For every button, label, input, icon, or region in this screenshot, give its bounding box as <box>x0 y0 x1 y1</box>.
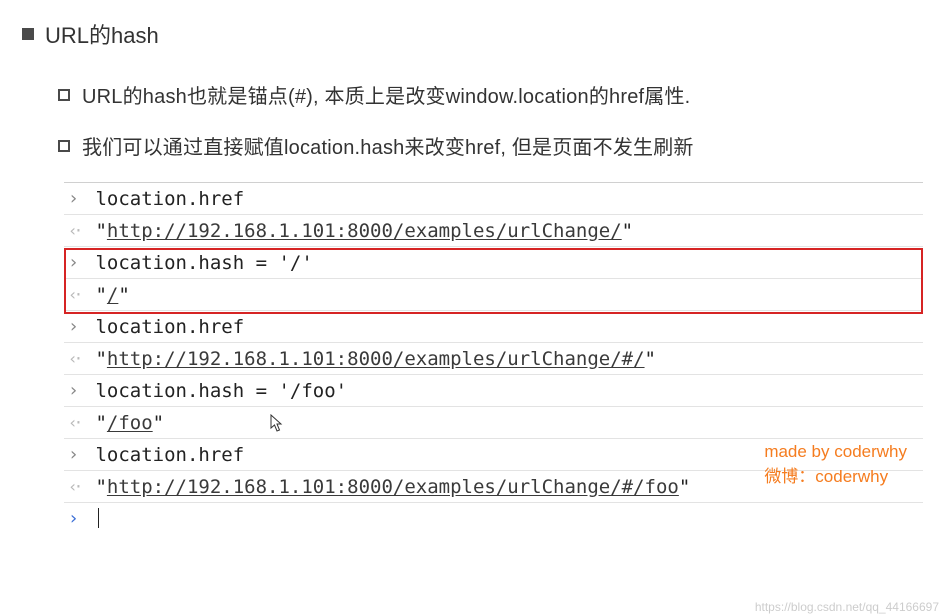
sub-list: URL的hash也就是锚点(#), 本质上是改变window.location的… <box>58 80 945 160</box>
console-url[interactable]: http://192.168.1.101:8000/examples/urlCh… <box>107 348 645 370</box>
watermark-text: https://blog.csdn.net/qq_44166697 <box>755 600 939 614</box>
console-code: "http://192.168.1.101:8000/examples/urlC… <box>84 220 633 242</box>
chevron-right-icon: › <box>68 254 84 272</box>
credit-text: made by coderwhy 微博：coderwhy <box>764 440 907 489</box>
console-url[interactable]: http://192.168.1.101:8000/examples/urlCh… <box>107 476 679 498</box>
chevron-left-icon: ‹· <box>68 415 84 431</box>
console-output-line: ‹· "/" <box>64 279 923 311</box>
console-input-line: › location.hash = '/' <box>64 247 923 279</box>
chevron-right-icon: › <box>68 318 84 336</box>
console-code: "/foo" <box>84 412 164 434</box>
console-input-line: › location.hash = '/foo' <box>64 375 923 407</box>
console-code: "/" <box>84 284 130 306</box>
heading-text: URL的hash <box>45 18 159 50</box>
chevron-right-icon: › <box>68 190 84 208</box>
credit-line: 微博：coderwhy <box>764 465 907 490</box>
list-item: 我们可以通过直接赋值location.hash来改变href, 但是页面不发生刷… <box>58 131 945 160</box>
chevron-left-icon: ‹· <box>68 287 84 303</box>
console-code: "http://192.168.1.101:8000/examples/urlC… <box>84 348 656 370</box>
chevron-right-icon: › <box>68 510 84 528</box>
list-item-text: URL的hash也就是锚点(#), 本质上是改变window.location的… <box>82 80 690 109</box>
console-input-line: › location.href <box>64 183 923 215</box>
hollow-square-icon <box>58 89 70 101</box>
chevron-right-icon: › <box>68 446 84 464</box>
console-output-line: ‹· "http://192.168.1.101:8000/examples/u… <box>64 343 923 375</box>
credit-line: made by coderwhy <box>764 440 907 465</box>
console-code: "http://192.168.1.101:8000/examples/urlC… <box>84 476 690 498</box>
list-item: URL的hash也就是锚点(#), 本质上是改变window.location的… <box>58 80 945 109</box>
console-input[interactable] <box>84 508 99 531</box>
chevron-right-icon: › <box>68 382 84 400</box>
square-bullet-icon <box>22 28 34 40</box>
heading-row: URL的hash <box>22 18 945 50</box>
console-prompt-line[interactable]: › <box>64 503 923 535</box>
chevron-left-icon: ‹· <box>68 223 84 239</box>
hollow-square-icon <box>58 140 70 152</box>
console-output-line: ‹· "http://192.168.1.101:8000/examples/u… <box>64 215 923 247</box>
console-code: location.href <box>84 316 244 338</box>
console-url[interactable]: http://192.168.1.101:8000/examples/urlCh… <box>107 220 622 242</box>
console-url[interactable]: / <box>107 284 118 306</box>
console-output-line: ‹· "/foo" <box>64 407 923 439</box>
console-code: location.hash = '/foo' <box>84 380 347 402</box>
console-code: location.href <box>84 444 244 466</box>
chevron-left-icon: ‹· <box>68 479 84 495</box>
console-url[interactable]: /foo <box>107 412 153 434</box>
console-input-line: › location.href <box>64 311 923 343</box>
chevron-left-icon: ‹· <box>68 351 84 367</box>
console-code: location.href <box>84 188 244 210</box>
console-code: location.hash = '/' <box>84 252 313 274</box>
list-item-text: 我们可以通过直接赋值location.hash来改变href, 但是页面不发生刷… <box>82 131 694 160</box>
